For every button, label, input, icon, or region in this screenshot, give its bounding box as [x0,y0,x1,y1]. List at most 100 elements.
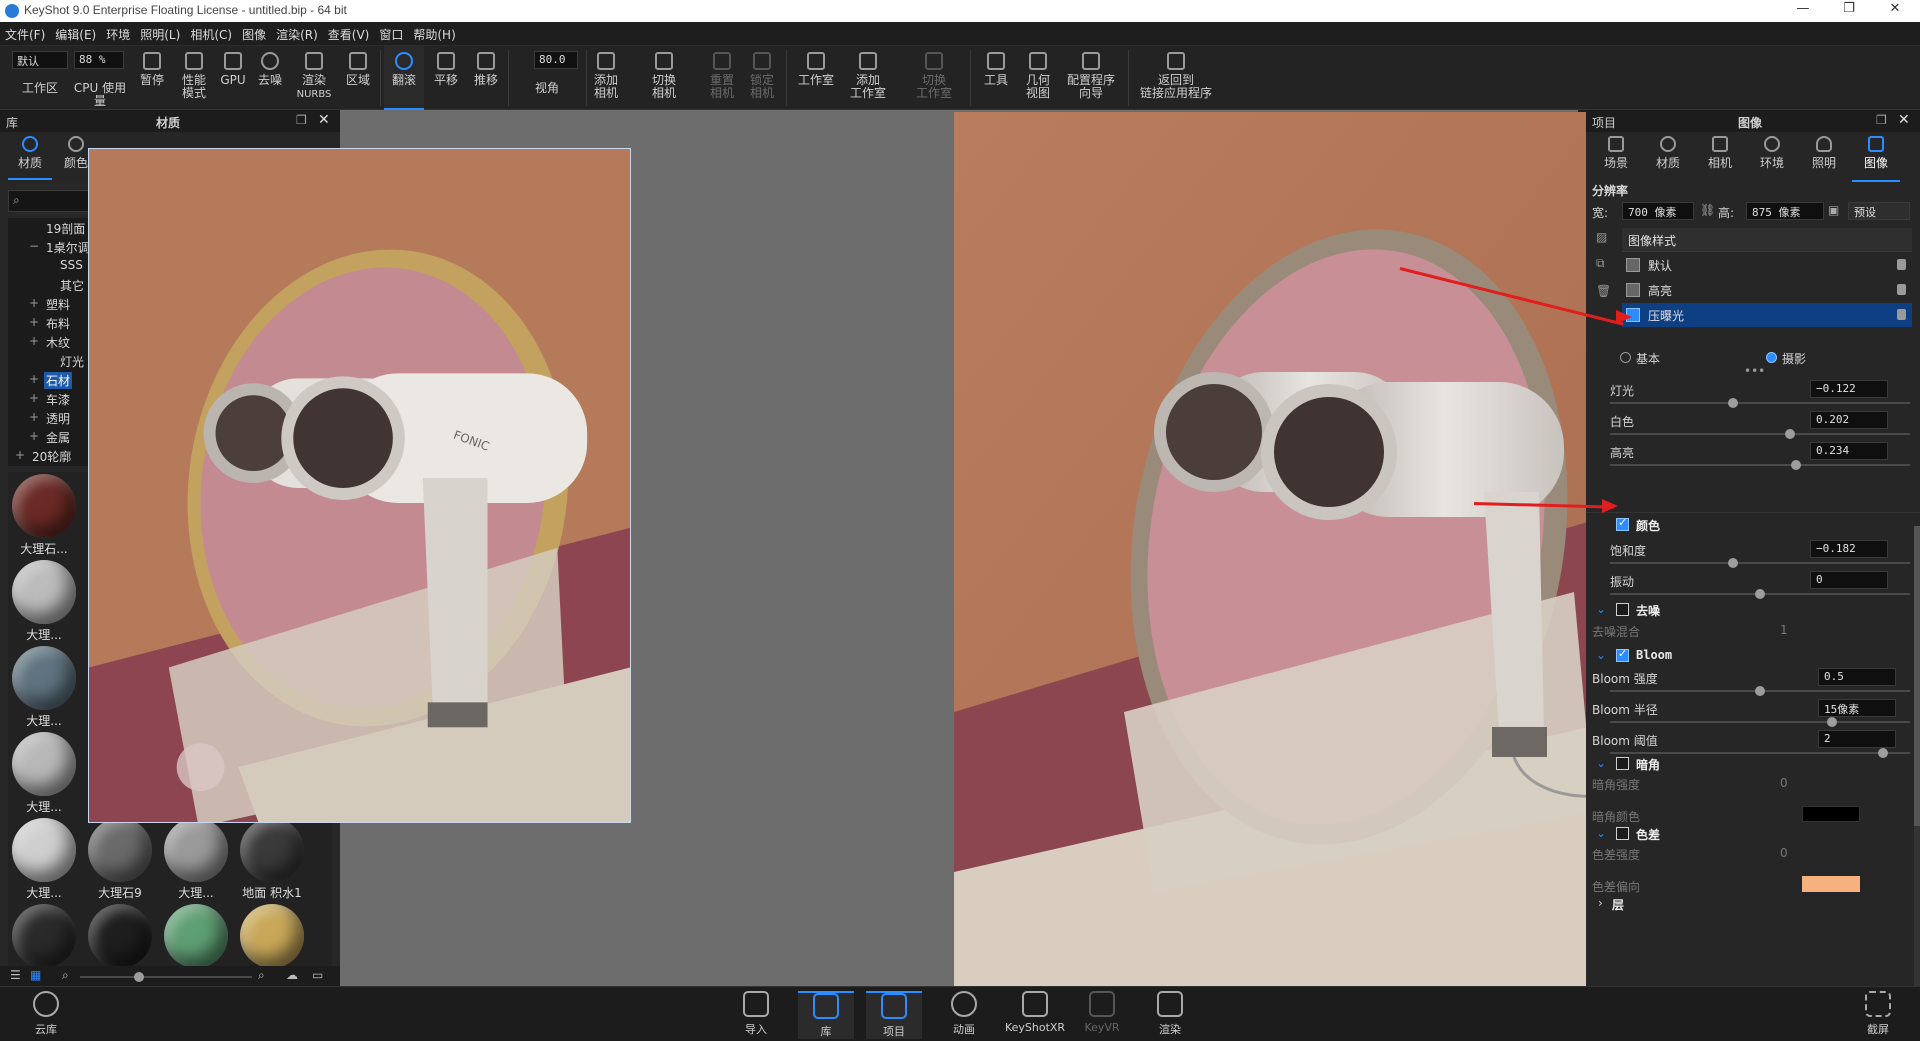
fov-button[interactable]: 视角 [512,46,582,110]
menu-image[interactable]: 图像 [237,22,271,43]
close-panel-icon[interactable]: ✕ [1898,112,1910,128]
menu-window[interactable]: 窗口 [374,22,408,43]
switch-camera-button[interactable]: 切换 相机 [636,46,692,110]
slider-knob[interactable] [134,972,144,982]
pan-button[interactable]: 平移 [426,46,466,110]
preset-dropdown[interactable]: 预设 [1848,202,1910,220]
minimize-icon[interactable]: — [1780,1,1826,21]
slider-knob[interactable] [1791,460,1801,470]
style-exposure[interactable]: 压曝光 [1622,303,1912,327]
list-view-icon[interactable]: ☰ [10,968,21,982]
tree-toggle-icon[interactable]: + [28,429,40,443]
keyvr-button[interactable]: KeyVR [1074,991,1130,1034]
delete-style-icon[interactable]: 🗑 [1596,284,1611,298]
chevron-right-icon[interactable]: › [1598,896,1603,910]
mode-basic-radio[interactable] [1620,352,1631,363]
denoise-checkbox[interactable] [1616,603,1629,616]
duplicate-style-icon[interactable]: ⧉ [1596,256,1605,271]
studio-button[interactable]: 工作室 [792,46,840,110]
material-thumbnail[interactable]: 地面 积水1 [236,816,308,900]
render-nurbs-button[interactable]: 渲染 NURBS [290,46,338,110]
material-thumbnail[interactable] [236,902,308,966]
tab-image[interactable]: 图像 [1852,136,1900,182]
slider-knob[interactable] [1755,686,1765,696]
tree-toggle-icon[interactable]: + [28,334,40,348]
tree-toggle-icon[interactable]: + [14,448,26,462]
tab-lighting[interactable]: 照明 [1800,136,1848,171]
tree-toggle-icon[interactable]: + [28,391,40,405]
performance-mode-button[interactable]: 性能 模式 [172,46,216,110]
gpu-button[interactable]: GPU [216,46,250,110]
menu-edit[interactable]: 编辑(E) [50,22,101,43]
ca-shift-color-swatch[interactable] [1802,876,1860,892]
tab-camera[interactable]: 相机 [1696,136,1744,171]
material-thumbnail[interactable]: 大理... [160,816,232,900]
chevron-down-icon[interactable]: ⌄ [1596,756,1606,770]
float-panel-icon[interactable]: ❐ [1876,113,1887,127]
slider-track[interactable] [1610,558,1910,568]
pause-button[interactable]: 暂停 [134,46,170,110]
tab-materials[interactable]: 材质 [8,136,52,180]
render-button[interactable]: 渲染 [1142,991,1198,1037]
tools-button[interactable]: 工具 [976,46,1016,110]
style-default[interactable]: 默认 [1622,253,1912,277]
slider-knob[interactable] [1728,558,1738,568]
preview-window[interactable]: FONIC [88,148,631,823]
mode-photo-radio[interactable] [1766,352,1777,363]
slider-track[interactable] [1610,748,1910,758]
library-button[interactable]: 库 [798,991,854,1039]
menu-lighting[interactable]: 照明(L) [135,22,185,43]
vignette-color-swatch[interactable] [1802,806,1860,822]
slider-knob[interactable] [1878,748,1888,758]
slider-track[interactable] [1610,717,1910,727]
slider-track[interactable] [1610,460,1910,470]
slider-knob[interactable] [1728,398,1738,408]
cloud-library-button[interactable]: 云库 [18,991,74,1037]
tree-toggle-icon[interactable]: + [28,315,40,329]
float-panel-icon[interactable]: ❐ [296,113,307,127]
reset-camera-button[interactable]: 重置 相机 [704,46,740,110]
menu-file[interactable]: 文件(F) [0,22,50,43]
denoise-button[interactable]: 去噪 [252,46,288,110]
menu-view[interactable]: 查看(V) [323,22,375,43]
tree-toggle-icon[interactable]: − [28,239,40,253]
menu-camera[interactable]: 相机(C) [185,22,237,43]
import-button[interactable]: 导入 [728,991,784,1037]
project-button[interactable]: 项目 [866,991,922,1039]
tab-scene[interactable]: 场景 [1592,136,1640,171]
material-thumbnail[interactable] [8,902,80,966]
slider-value-input[interactable]: 0 [1810,571,1888,589]
grid-view-icon[interactable]: ▦ [30,968,41,982]
slider-knob[interactable] [1827,717,1837,727]
zoom-in-icon[interactable]: ⌕ [258,968,265,983]
tab-environment[interactable]: 环境 [1748,136,1796,171]
material-thumbnail[interactable]: 大理石... [8,472,80,556]
slider-track[interactable] [1610,589,1910,599]
tumble-button[interactable]: 翻滚 [384,46,424,110]
slider-value-input[interactable]: 2 [1818,730,1896,748]
slider-value-input[interactable]: 15像素 [1818,699,1896,717]
slider-value-input[interactable]: −0.182 [1810,540,1888,558]
chevron-down-icon[interactable]: ⌄ [1596,648,1606,662]
animation-button[interactable]: 动画 [936,991,992,1037]
material-thumbnail[interactable]: 大理... [8,816,80,900]
cpu-usage-button[interactable]: CPU 使用量 [68,46,132,110]
chromatic-aberration-checkbox[interactable] [1616,827,1629,840]
restore-icon[interactable]: ❐ [1826,1,1872,21]
panel-scrollbar[interactable] [1914,526,1920,986]
menu-help[interactable]: 帮助(H) [408,22,460,43]
material-thumbnail[interactable]: 大理... [8,730,80,814]
material-thumbnail[interactable] [84,902,156,966]
bloom-checkbox[interactable] [1616,647,1629,662]
slider-value-input[interactable]: 0.202 [1810,411,1888,429]
workspace-button[interactable]: 工作区 [10,46,70,110]
slider-track[interactable] [1610,429,1910,439]
close-panel-icon[interactable]: ✕ [318,112,330,128]
slider-value-input[interactable]: 0.234 [1810,442,1888,460]
slider-knob[interactable] [1785,429,1795,439]
width-input[interactable]: 700 像素 [1622,202,1694,220]
material-thumbnail[interactable] [160,902,232,966]
slider-value-input[interactable]: −0.122 [1810,380,1888,398]
switch-studio-button[interactable]: 切换 工作室 [906,46,962,110]
return-to-linked-app-button[interactable]: 返回到 链接应用程序 [1134,46,1218,110]
